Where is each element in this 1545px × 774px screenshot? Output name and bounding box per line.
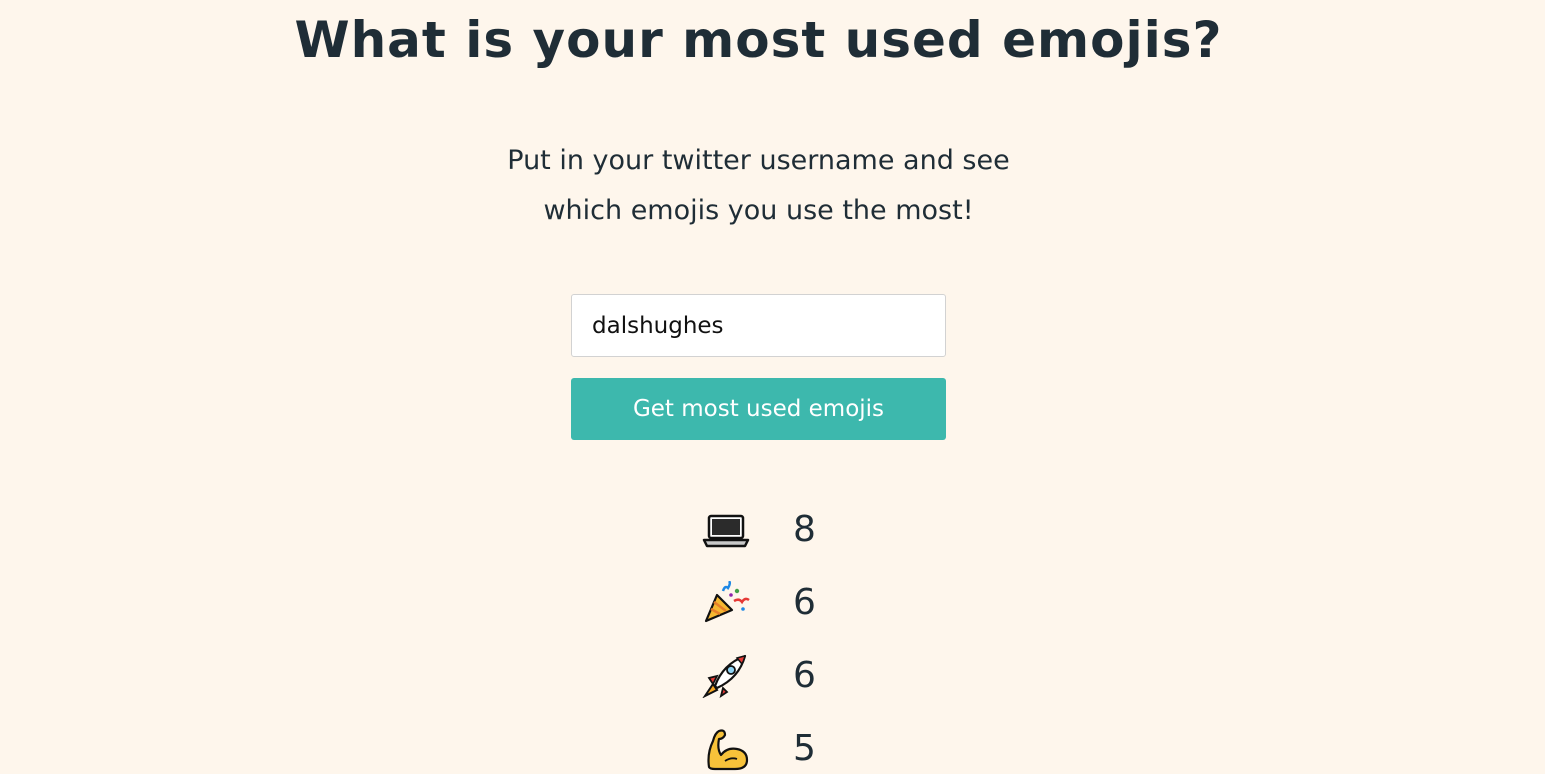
emoji-count: 6 [793,582,816,623]
username-input[interactable] [571,294,946,357]
rocket-icon [701,654,751,698]
emoji-count: 5 [793,728,816,769]
result-row: 5 [0,711,1545,774]
result-row: 6 [0,565,1545,638]
emoji-count: 6 [793,655,816,696]
page: What is your most used emojis? Put in yo… [0,0,1545,774]
page-subtitle: Put in your twitter username and see whi… [0,136,1517,236]
emoji-count: 8 [793,509,816,550]
result-row: 8 [0,492,1545,565]
subtitle-line-1: Put in your twitter username and see [507,145,1010,176]
subtitle-line-2: which emojis you use the most! [543,195,974,226]
get-emojis-button[interactable]: Get most used emojis [571,378,946,440]
party-popper-icon [701,581,751,625]
flexed-biceps-icon [701,727,751,771]
laptop-icon [701,508,751,552]
page-title: What is your most used emojis? [294,11,1223,69]
result-row: 6 [0,638,1545,711]
